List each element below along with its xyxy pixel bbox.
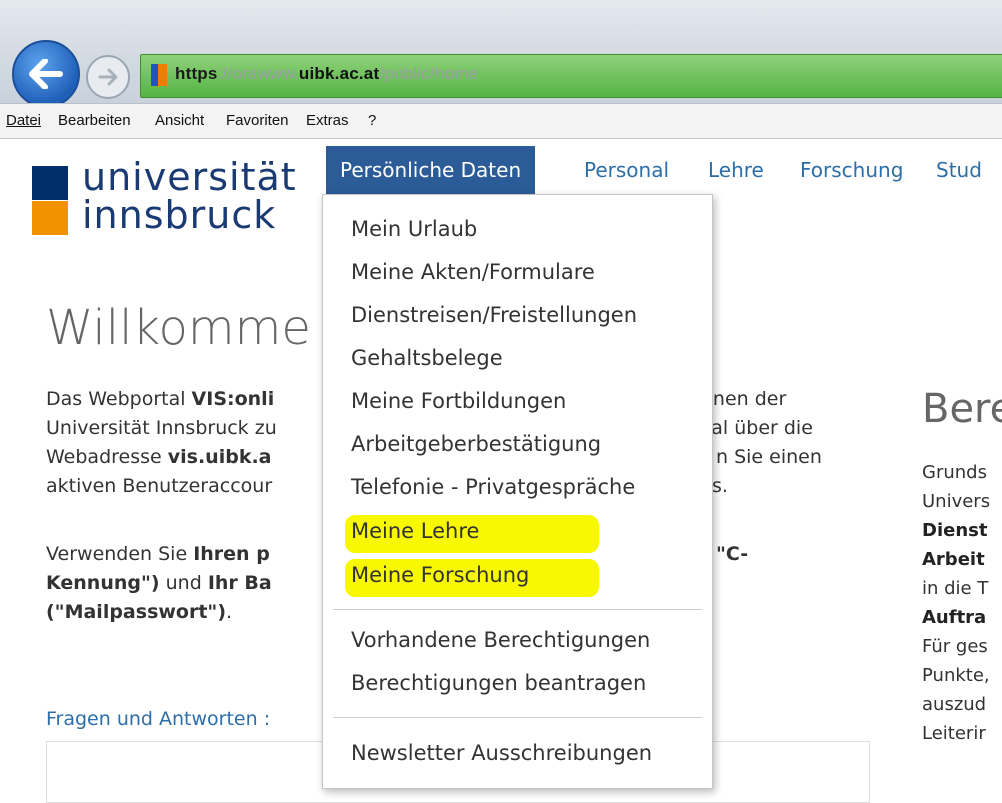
menu-extras[interactable]: Extras [306, 112, 349, 129]
nav-lehre[interactable]: Lehre [708, 146, 764, 194]
menu-item-dienstreisen[interactable]: Dienstreisen/Freistellungen [351, 303, 637, 327]
address-bar[interactable]: https://orawww.uibk.ac.at/public/home [140, 54, 1002, 98]
menu-item-mein-urlaub[interactable]: Mein Urlaub [351, 217, 477, 241]
menu-datei[interactable]: Datei [6, 112, 41, 129]
intro-line-4: aktiven Benutzeraccour [46, 475, 273, 497]
right-line-2: Univers [922, 491, 991, 512]
site-favicon-icon [151, 64, 167, 86]
menu-item-vorhandene-berechtigungen[interactable]: Vorhandene Berechtigungen [351, 628, 650, 652]
browser-toolbar: https://orawww.uibk.ac.at/public/home [0, 0, 1002, 108]
forward-button[interactable] [86, 55, 130, 99]
menu-bearbeiten[interactable]: Bearbeiten [58, 112, 131, 129]
intro-line-4-tail: s. [712, 475, 728, 497]
menu-item-fortbildungen[interactable]: Meine Fortbildungen [351, 389, 566, 413]
nav-persoenliche-daten[interactable]: Persönliche Daten [326, 146, 536, 194]
menu-divider [333, 609, 702, 610]
page-title: Willkomme [46, 300, 311, 356]
right-line-4: Arbeit [922, 549, 985, 570]
logo-line-2: innsbruck [82, 193, 277, 237]
right-line-9: auszud [922, 694, 987, 715]
arrow-right-icon [98, 68, 118, 86]
right-line-5: in die T [922, 578, 989, 599]
intro-line-3-tail: n Sie einen [716, 446, 822, 468]
faq-link[interactable]: Fragen und Antworten : [46, 708, 270, 730]
right-line-1: Grunds [922, 462, 987, 483]
right-line-3: Dienst [922, 520, 988, 541]
menu-item-arbeitgeberbestaetigung[interactable]: Arbeitgeberbestätigung [351, 432, 601, 456]
login-line-1-tail: "C- [716, 543, 749, 565]
persoenliche-daten-dropdown: Mein Urlaub Meine Akten/Formulare Dienst… [322, 194, 713, 789]
menu-item-gehaltsbelege[interactable]: Gehaltsbelege [351, 346, 503, 370]
menu-ansicht[interactable]: Ansicht [155, 112, 204, 129]
university-logo[interactable]: universität innsbruck [82, 158, 297, 234]
right-line-7: Für ges [922, 636, 988, 657]
nav-personal[interactable]: Personal [584, 146, 669, 194]
intro-line-1: Das Webportal VIS:onli [46, 388, 275, 410]
right-line-8: Punkte, [922, 665, 990, 686]
intro-line-2-tail: rtal über die [696, 417, 813, 439]
back-button[interactable] [12, 40, 80, 108]
right-heading: Bere [922, 386, 1002, 432]
menu-item-meine-lehre[interactable]: Meine Lehre [351, 519, 479, 543]
menu-item-meine-akten[interactable]: Meine Akten/Formulare [351, 260, 595, 284]
right-line-10: Leiterir [922, 723, 986, 744]
intro-line-3: Webadresse vis.uibk.a [46, 446, 272, 468]
login-line-2: Kennung") und Ihr Ba [46, 572, 272, 594]
menu-divider [333, 717, 702, 718]
login-line-1: Verwenden Sie Ihren p [46, 543, 270, 565]
nav-forschung[interactable]: Forschung [800, 146, 903, 194]
arrow-left-icon [29, 59, 63, 89]
menu-item-telefonie[interactable]: Telefonie - Privatgespräche [351, 475, 635, 499]
logo-mark-blue [32, 166, 68, 200]
logo-line-1: universität [82, 155, 297, 199]
logo-mark-orange [32, 201, 68, 235]
login-line-3: ("Mailpasswort"). [46, 601, 233, 623]
menu-help[interactable]: ? [368, 112, 376, 129]
url-text: https://orawww.uibk.ac.at/public/home [175, 64, 479, 83]
menu-item-berechtigungen-beantragen[interactable]: Berechtigungen beantragen [351, 671, 646, 695]
menu-bar: Datei Bearbeiten Ansicht Favoriten Extra… [0, 103, 1002, 139]
nav-studium[interactable]: Stud [936, 146, 982, 194]
menu-item-meine-forschung[interactable]: Meine Forschung [351, 563, 529, 587]
intro-line-2: Universität Innsbruck zu [46, 417, 277, 439]
menu-item-newsletter[interactable]: Newsletter Ausschreibungen [351, 741, 652, 765]
right-line-6: Auftra [922, 607, 987, 628]
menu-favoriten[interactable]: Favoriten [226, 112, 289, 129]
